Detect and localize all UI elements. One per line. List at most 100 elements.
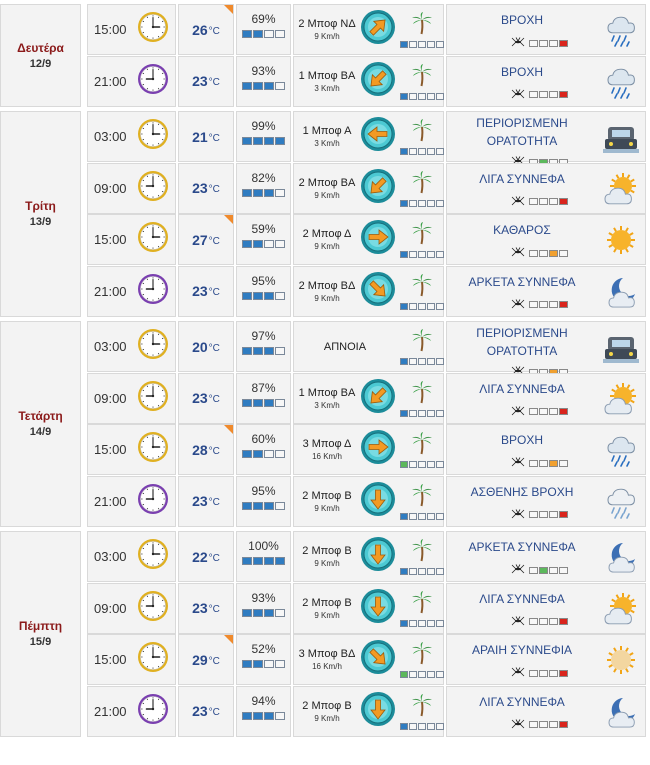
high-temp-marker bbox=[224, 635, 233, 644]
wind-bar-segment bbox=[417, 619, 426, 627]
compass-icon bbox=[360, 536, 396, 577]
wind-bar-segment bbox=[435, 409, 444, 417]
mosquito-bar-segment bbox=[529, 511, 538, 518]
time-cell: 21:00 bbox=[87, 55, 176, 107]
fog-car-icon bbox=[603, 119, 639, 155]
wind-text: 2 Μποφ ΝΔ 9 Km/h bbox=[294, 18, 360, 41]
mosquito-bar-segment bbox=[559, 721, 568, 728]
wind-speed: 9 Km/h bbox=[314, 32, 340, 41]
temperature-cell: 20 °C bbox=[178, 321, 234, 372]
palm-tree-icon bbox=[410, 273, 434, 302]
mosquito-risk-bar bbox=[529, 408, 569, 415]
humidity-bar-segment bbox=[241, 347, 252, 355]
mosquito-bar-segment bbox=[549, 511, 558, 518]
palm-tree-icon bbox=[410, 693, 434, 722]
mosquito-risk-bar bbox=[529, 721, 569, 728]
wind-force: 2 Μποφ ΒΑ bbox=[298, 176, 356, 189]
wind-text: 3 Μποφ Δ 16 Km/h bbox=[294, 438, 360, 461]
clock-icon bbox=[134, 380, 169, 417]
mosquito-bar-segment bbox=[559, 511, 568, 518]
forecast-time: 03:00 bbox=[94, 129, 127, 144]
time-cell: 15:00 bbox=[87, 634, 176, 685]
humidity-bar-segment bbox=[274, 711, 285, 720]
mosquito-bar-segment bbox=[559, 249, 568, 257]
wind-text: 2 Μποφ Β9 Km/h bbox=[294, 597, 360, 620]
humidity-cell: 95% bbox=[236, 475, 291, 527]
humidity-value: 69% bbox=[251, 12, 276, 26]
mosquito-risk bbox=[511, 664, 591, 682]
wind-strength bbox=[399, 590, 444, 627]
wind-strength-bar bbox=[399, 671, 445, 678]
condition-cell: ΑΡΑΙΗ ΣΥΝΝΕΦΙΑ bbox=[446, 634, 646, 685]
wind-cell: ΑΠΝΟΙΑ bbox=[293, 321, 444, 372]
condition-cell: ΛΙΓΑ ΣΥΝΝΕΦΑ bbox=[446, 162, 646, 214]
wind-speed: 3 Km/h bbox=[314, 139, 340, 148]
wind-strength-bar bbox=[399, 199, 445, 207]
mosquito-bar-segment bbox=[549, 566, 558, 574]
temperature-cell: 23 °C bbox=[178, 372, 234, 424]
rain-icon bbox=[603, 64, 639, 100]
humidity-bar bbox=[237, 137, 290, 145]
wind-bar-segment bbox=[435, 92, 444, 100]
humidity-bar-segment bbox=[241, 608, 252, 617]
time-cell: 09:00 bbox=[87, 162, 176, 214]
mosquito-bar-segment bbox=[529, 408, 538, 415]
clock-icon bbox=[134, 63, 169, 100]
condition-label: ΛΙΓΑ ΣΥΝΝΕΦΑ bbox=[479, 591, 565, 606]
wind-bar-segment bbox=[399, 302, 408, 310]
wind-bar-segment bbox=[426, 199, 435, 207]
day-name: Δευτέρα bbox=[17, 40, 64, 55]
humidity-bar bbox=[237, 711, 290, 720]
temperature-cell: 27 °C bbox=[178, 214, 234, 265]
compass-icon bbox=[360, 168, 396, 209]
condition-cell: ΒΡΟΧΗ bbox=[446, 424, 646, 475]
sun-cloud-icon bbox=[603, 381, 639, 417]
temperature-cell: 23 °C bbox=[178, 162, 234, 214]
humidity-bar bbox=[237, 81, 290, 90]
humidity-bar-segment bbox=[252, 291, 263, 300]
condition-cell: ΒΡΟΧΗ bbox=[446, 55, 646, 107]
condition-cell: ΠΕΡΙΟΡΙΣΜΕΝΗ ΟΡΑΤΟΤΗΤΑ bbox=[446, 111, 646, 166]
mosquito-risk bbox=[511, 506, 591, 524]
humidity-cell: 59% bbox=[236, 214, 291, 265]
wind-speed: 3 Km/h bbox=[314, 400, 340, 410]
humidity-bar-segment bbox=[252, 501, 263, 510]
humidity-cell: 97% bbox=[236, 321, 291, 372]
mosquito-risk bbox=[511, 86, 591, 104]
wind-text: 2 Μποφ ΒΑ 9 Km/h bbox=[294, 177, 360, 200]
wind-strength-bar bbox=[399, 512, 445, 520]
forecast-time: 21:00 bbox=[94, 283, 127, 299]
wind-strength-bar bbox=[399, 148, 445, 155]
condition-label: ΛΙΓΑ ΣΥΝΝΕΦΑ bbox=[479, 171, 565, 186]
condition-label: ΟΡΑΤΟΤΗΤΑ bbox=[486, 344, 558, 358]
palm-tree-icon bbox=[410, 538, 434, 567]
wind-cell: 3 Μποφ ΒΔ 16 Km/h bbox=[293, 634, 444, 685]
palm-tree-icon bbox=[410, 641, 434, 670]
clock-icon bbox=[134, 641, 169, 678]
clock-icon bbox=[134, 118, 169, 155]
temperature-cell: 21 °C bbox=[178, 111, 234, 162]
mosquito-bar-segment bbox=[549, 408, 558, 415]
humidity-value: 99% bbox=[251, 119, 276, 133]
wind-strength bbox=[399, 63, 444, 100]
mosquito-bar-segment bbox=[539, 511, 548, 518]
humidity-bar-segment bbox=[252, 398, 263, 407]
wind-bar-segment bbox=[426, 302, 435, 310]
humidity-value: 93% bbox=[251, 63, 276, 78]
wind-cell: 1 Μποφ Α 3 Km/h bbox=[293, 111, 444, 162]
temperature-unit: °C bbox=[208, 287, 220, 298]
clock-icon bbox=[134, 693, 169, 730]
mosquito-bar-segment bbox=[539, 301, 548, 308]
humidity-bar-segment bbox=[274, 347, 285, 355]
mosquito-bar-segment bbox=[529, 566, 538, 574]
wind-text: 2 Μποφ Β9 Km/h bbox=[294, 700, 360, 723]
humidity-bar-segment bbox=[274, 398, 285, 407]
wind-bar-segment bbox=[417, 92, 426, 100]
compass-icon bbox=[360, 9, 396, 50]
wind-bar-segment bbox=[408, 461, 417, 468]
mosquito-bar-segment bbox=[529, 721, 538, 728]
mosquito-bar-segment bbox=[559, 91, 568, 98]
condition-cell: ΑΣΘΕΝΗΣ ΒΡΟΧΗ bbox=[446, 475, 646, 527]
wind-force: 2 Μποφ ΒΔ bbox=[298, 279, 356, 292]
wind-strength-bar bbox=[399, 409, 445, 417]
